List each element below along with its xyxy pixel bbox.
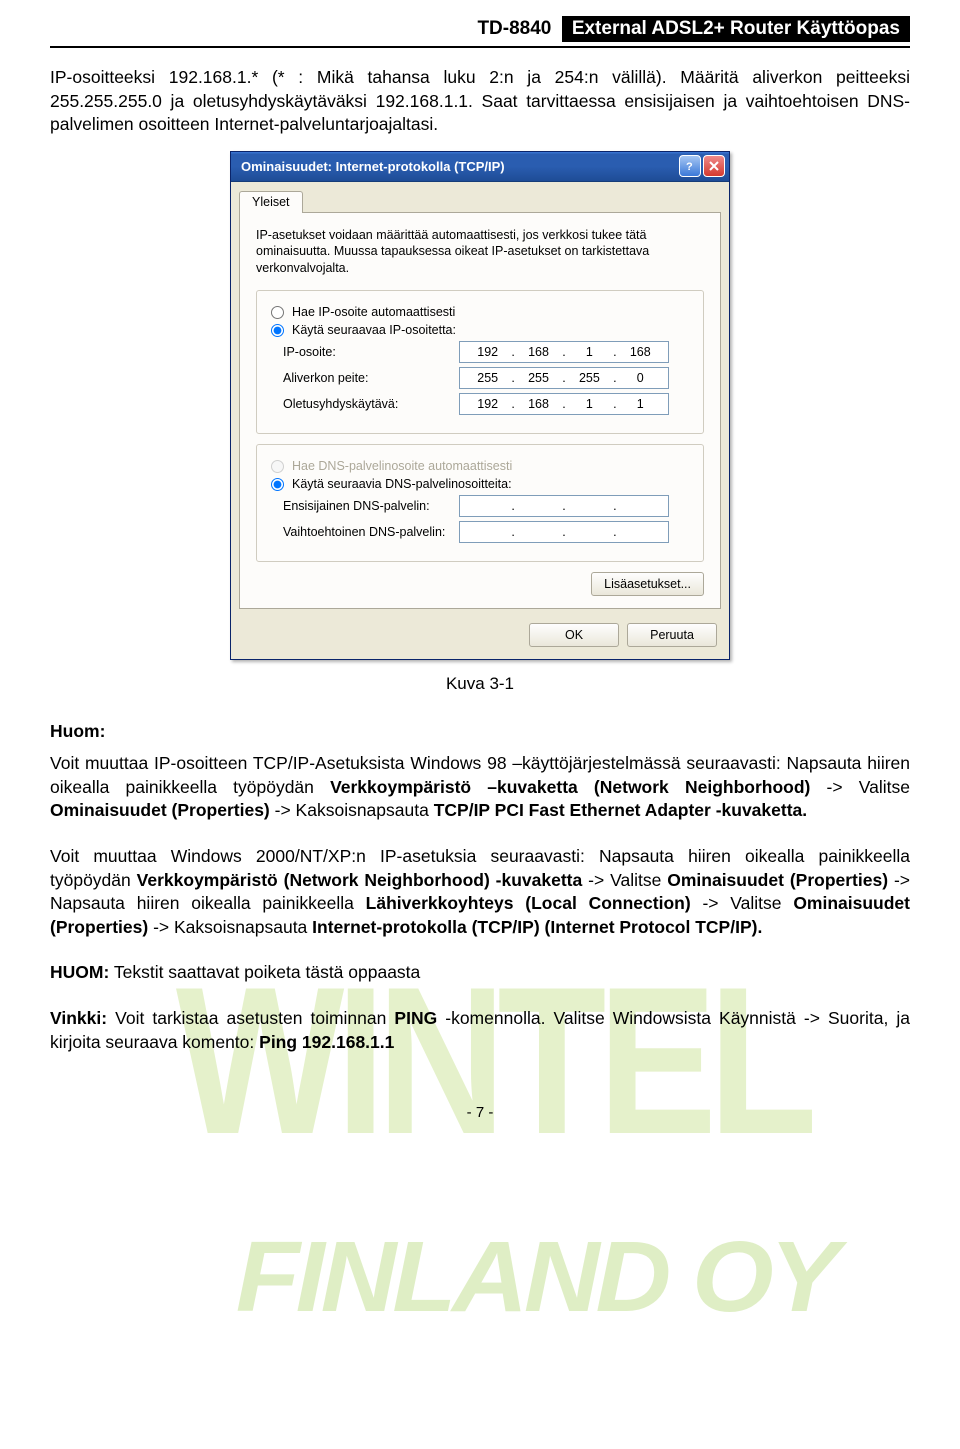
input-gw[interactable]: 192. 168. 1. 1 bbox=[459, 393, 669, 415]
row-dns2: Vaihtoehtoinen DNS-palvelin: . . . bbox=[269, 521, 691, 543]
ip-octet[interactable]: 0 bbox=[626, 371, 654, 385]
text: Tekstit saattavat poiketa tästä oppaasta bbox=[114, 962, 420, 982]
text-bold: Ping 192.168.1.1 bbox=[259, 1032, 394, 1052]
radio-auto-dns-input bbox=[271, 460, 284, 473]
radio-auto-ip[interactable]: Hae IP-osoite automaattisesti bbox=[271, 305, 691, 319]
watermark-finland: FINLAND OY bbox=[236, 1220, 836, 1335]
text-bold: Vinkki: bbox=[50, 1008, 107, 1028]
ok-button[interactable]: OK bbox=[529, 623, 619, 647]
radio-manual-ip[interactable]: Käytä seuraavaa IP-osoitetta: bbox=[271, 323, 691, 337]
text-bold: PING bbox=[394, 1008, 437, 1028]
input-mask[interactable]: 255. 255. 255. 0 bbox=[459, 367, 669, 389]
ip-octet[interactable]: 192 bbox=[474, 397, 502, 411]
row-dns1: Ensisijainen DNS-palvelin: . . . bbox=[269, 495, 691, 517]
dialog-intro: IP-asetukset voidaan määrittää automaatt… bbox=[256, 227, 704, 277]
ip-octet[interactable]: 192 bbox=[474, 345, 502, 359]
ip-octet[interactable]: 255 bbox=[575, 371, 603, 385]
text-bold: TCP/IP PCI Fast Ethernet Adapter -kuvake… bbox=[434, 800, 807, 820]
page-header: TD-8840 External ADSL2+ Router Käyttöopa… bbox=[50, 16, 910, 42]
text: -> Kaksoisnapsauta bbox=[153, 917, 312, 937]
page-content: TD-8840 External ADSL2+ Router Käyttöopa… bbox=[0, 0, 960, 1161]
radio-manual-dns-input[interactable] bbox=[271, 478, 284, 491]
text: Voit tarkistaa asetusten toiminnan bbox=[115, 1008, 394, 1028]
input-ip[interactable]: 192. 168. 1. 168 bbox=[459, 341, 669, 363]
radio-manual-dns-label: Käytä seuraavia DNS-palvelinosoitteita: bbox=[292, 477, 512, 491]
cancel-button[interactable]: Peruuta bbox=[627, 623, 717, 647]
dialog-titlebar[interactable]: Ominaisuudet: Internet-protokolla (TCP/I… bbox=[231, 152, 729, 182]
ip-octet[interactable]: 1 bbox=[575, 345, 603, 359]
label-dns2: Vaihtoehtoinen DNS-palvelin: bbox=[269, 525, 459, 539]
input-dns2[interactable]: . . . bbox=[459, 521, 669, 543]
text-bold: Lähiverkkoyhteys (Local Connection) bbox=[366, 893, 691, 913]
ip-octet[interactable]: 1 bbox=[575, 397, 603, 411]
tcpip-dialog: Ominaisuudet: Internet-protokolla (TCP/I… bbox=[230, 151, 730, 661]
advanced-row: Lisäasetukset... bbox=[256, 572, 704, 596]
text-bold: Ominaisuudet (Properties) bbox=[50, 800, 270, 820]
close-icon[interactable] bbox=[703, 155, 725, 177]
radio-auto-ip-label: Hae IP-osoite automaattisesti bbox=[292, 305, 455, 319]
ip-group: Hae IP-osoite automaattisesti Käytä seur… bbox=[256, 290, 704, 434]
row-ip: IP-osoite: 192. 168. 1. 168 bbox=[269, 341, 691, 363]
text: -> Kaksoisnapsauta bbox=[275, 800, 434, 820]
ip-octet[interactable]: 168 bbox=[525, 345, 553, 359]
dialog-figure: Ominaisuudet: Internet-protokolla (TCP/I… bbox=[50, 151, 910, 661]
text-bold: Verkkoympäristö (Network Neighborhood) -… bbox=[137, 870, 583, 890]
radio-manual-ip-input[interactable] bbox=[271, 324, 284, 337]
page-number: - 7 - bbox=[50, 1104, 910, 1121]
dns-group: Hae DNS-palvelinosoite automaattisesti K… bbox=[256, 444, 704, 562]
label-dns1: Ensisijainen DNS-palvelin: bbox=[269, 499, 459, 513]
ip-octet[interactable]: 255 bbox=[525, 371, 553, 385]
radio-auto-dns-label: Hae DNS-palvelinosoite automaattisesti bbox=[292, 459, 512, 473]
radio-auto-dns: Hae DNS-palvelinosoite automaattisesti bbox=[271, 459, 691, 473]
ip-octet[interactable]: 1 bbox=[626, 397, 654, 411]
text-bold: Ominaisuudet (Properties) bbox=[667, 870, 888, 890]
intro-paragraph: IP-osoitteeksi 192.168.1.* (* : Mikä tah… bbox=[50, 66, 910, 137]
header-model: TD-8840 bbox=[477, 18, 551, 40]
radio-manual-dns[interactable]: Käytä seuraavia DNS-palvelinosoitteita: bbox=[271, 477, 691, 491]
figure-caption: Kuva 3-1 bbox=[50, 674, 910, 694]
tab-strip: Yleiset bbox=[231, 182, 729, 212]
row-mask: Aliverkon peite: 255. 255. 255. 0 bbox=[269, 367, 691, 389]
text-bold: Verkkoympäristö –kuvaketta (Network Neig… bbox=[330, 777, 810, 797]
header-title: External ADSL2+ Router Käyttöopas bbox=[562, 16, 910, 42]
dialog-title: Ominaisuudet: Internet-protokolla (TCP/I… bbox=[241, 159, 677, 174]
input-dns1[interactable]: . . . bbox=[459, 495, 669, 517]
text: -> Valitse bbox=[588, 870, 667, 890]
tab-general[interactable]: Yleiset bbox=[239, 191, 303, 213]
dialog-footer: OK Peruuta bbox=[231, 617, 729, 659]
help-icon[interactable]: ? bbox=[679, 155, 701, 177]
label-ip: IP-osoite: bbox=[269, 345, 459, 359]
tab-panel: IP-asetukset voidaan määrittää automaatt… bbox=[239, 212, 721, 610]
svg-text:?: ? bbox=[686, 161, 693, 172]
ip-octet[interactable]: 255 bbox=[474, 371, 502, 385]
note-p4: Vinkki: Voit tarkistaa asetusten toiminn… bbox=[50, 1007, 910, 1054]
radio-manual-ip-label: Käytä seuraavaa IP-osoitetta: bbox=[292, 323, 456, 337]
ip-octet[interactable]: 168 bbox=[525, 397, 553, 411]
note-heading-text: Huom: bbox=[50, 721, 105, 741]
text: -> Valitse bbox=[702, 893, 793, 913]
label-gw: Oletusyhdyskäytävä: bbox=[269, 397, 459, 411]
ip-octet[interactable]: 168 bbox=[626, 345, 654, 359]
header-rule bbox=[50, 46, 910, 48]
advanced-button[interactable]: Lisäasetukset... bbox=[591, 572, 704, 596]
radio-auto-ip-input[interactable] bbox=[271, 306, 284, 319]
note-heading: Huom: bbox=[50, 720, 910, 744]
row-gw: Oletusyhdyskäytävä: 192. 168. 1. 1 bbox=[269, 393, 691, 415]
text-bold: Internet-protokolla (TCP/IP) (Internet P… bbox=[312, 917, 762, 937]
label-mask: Aliverkon peite: bbox=[269, 371, 459, 385]
note-p2: Voit muuttaa Windows 2000/NT/XP:n IP-ase… bbox=[50, 845, 910, 940]
text: -> Valitse bbox=[827, 777, 910, 797]
note-p1: Voit muuttaa IP-osoitteen TCP/IP-Asetuks… bbox=[50, 752, 910, 823]
note-p3: HUOM: Tekstit saattavat poiketa tästä op… bbox=[50, 961, 910, 985]
text-bold: HUOM: bbox=[50, 962, 109, 982]
